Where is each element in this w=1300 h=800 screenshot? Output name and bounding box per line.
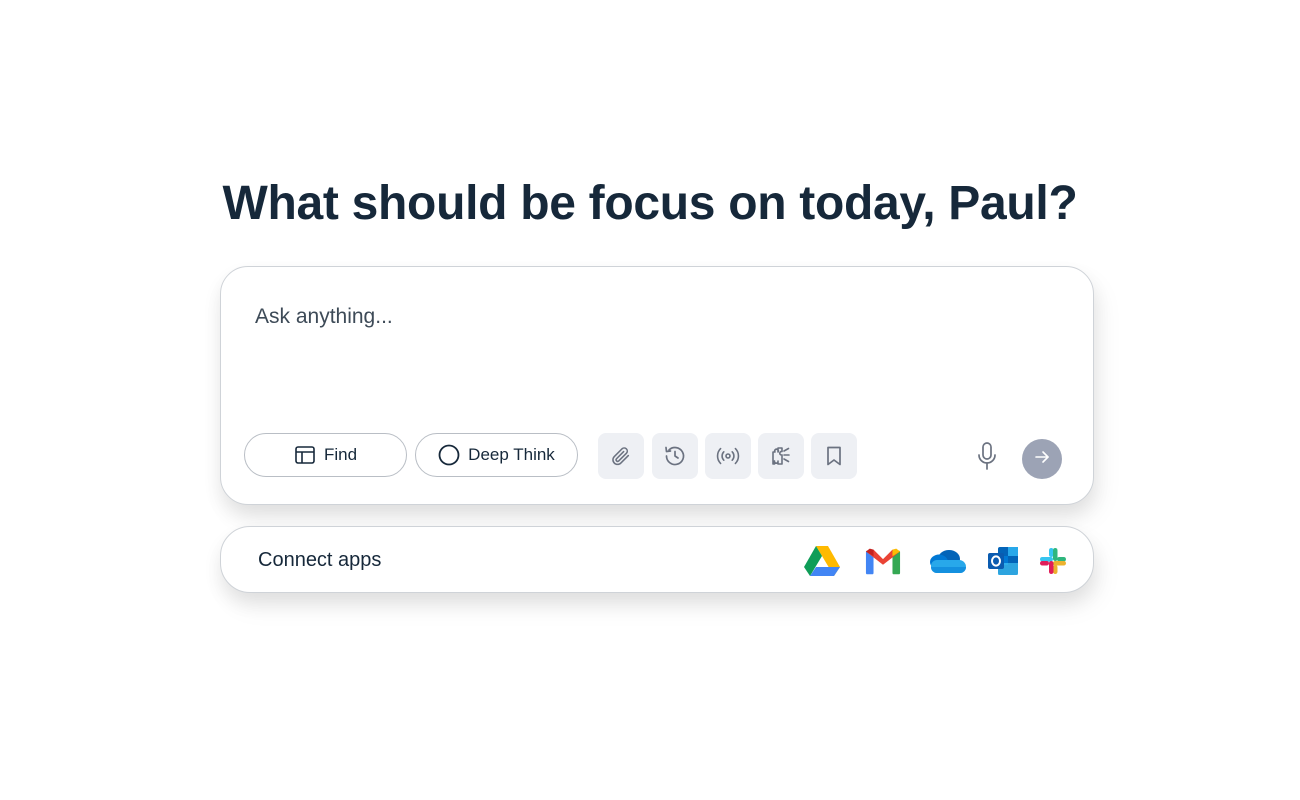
bookmark-button[interactable] — [811, 433, 857, 479]
attach-button[interactable] — [598, 433, 644, 479]
send-button[interactable] — [1022, 439, 1062, 479]
deep-think-label: Deep Think — [468, 445, 555, 464]
bookmark-icon — [824, 445, 844, 467]
layout-icon — [294, 445, 316, 465]
connect-apps-label: Connect apps — [258, 549, 382, 571]
paperclip-icon — [610, 445, 632, 467]
circle-icon — [438, 444, 460, 466]
find-button[interactable]: Find — [244, 433, 407, 477]
prompt-composer: Find Deep Think — [220, 266, 1094, 505]
history-button[interactable] — [652, 433, 698, 479]
broadcast-icon — [715, 445, 741, 467]
prompt-input[interactable] — [255, 305, 1055, 385]
onedrive-icon[interactable] — [927, 544, 967, 578]
microphone-icon — [976, 441, 998, 476]
connect-apps-bar[interactable]: Connect apps — [220, 526, 1094, 593]
deep-think-button[interactable]: Deep Think — [415, 433, 578, 477]
google-drive-icon[interactable] — [804, 544, 840, 578]
plugin-button[interactable] — [758, 433, 804, 479]
find-label: Find — [323, 445, 358, 464]
microphone-button[interactable] — [971, 441, 1003, 475]
plug-icon — [769, 444, 793, 468]
broadcast-button[interactable] — [705, 433, 751, 479]
slack-icon[interactable] — [1035, 544, 1071, 578]
outlook-icon[interactable] — [985, 544, 1021, 578]
history-icon — [663, 444, 687, 468]
arrow-right-icon — [1033, 448, 1051, 471]
page-title: What should be focus on today, Paul? — [222, 177, 1078, 230]
gmail-icon[interactable] — [865, 544, 901, 578]
